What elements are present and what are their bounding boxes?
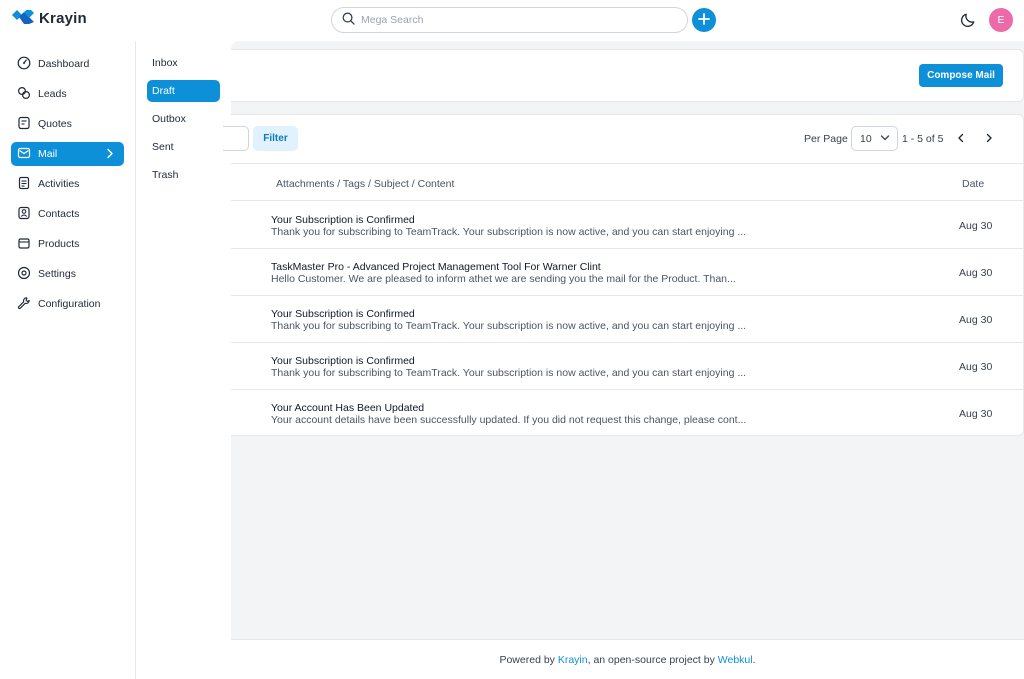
footer-prefix: Powered by (499, 653, 555, 666)
sidebar-item-label: Quotes (38, 118, 72, 130)
brand-name: Krayin (39, 10, 87, 27)
table-header: Attachments / Tags / Subject / Content D… (231, 163, 1024, 201)
search-input[interactable] (361, 14, 661, 26)
sidebar-item-label: Configuration (38, 298, 101, 310)
sidebar-item-label: Mail (38, 148, 58, 160)
sidebar-item-label: Leads (38, 88, 67, 100)
mail-preview: Thank you for subscribing to TeamTrack. … (271, 226, 747, 238)
dashboard-icon (17, 56, 31, 73)
mail-folder-outbox[interactable]: Outbox (147, 108, 220, 130)
sidebar-item-quotes[interactable]: Quotes (11, 112, 124, 136)
sidebar-item-contacts[interactable]: Contacts (11, 202, 124, 226)
footer-suffix: . (752, 653, 756, 666)
mail-date: Aug 30 (959, 220, 993, 232)
main-sidebar: Dashboard Leads Quotes Mail Activities C… (0, 41, 136, 679)
sidebar-item-dashboard[interactable]: Dashboard (11, 52, 124, 76)
mail-date: Aug 30 (959, 361, 993, 373)
table-row[interactable]: Your Account Has Been Updated Your accou… (231, 390, 1024, 437)
sidebar-item-leads[interactable]: Leads (11, 82, 124, 106)
table-row[interactable]: TaskMaster Pro - Advanced Project Manage… (231, 249, 1024, 296)
mail-date: Aug 30 (959, 267, 993, 279)
footer-link-krayin[interactable]: Krayin (558, 654, 588, 666)
mail-subject: TaskMaster Pro - Advanced Project Manage… (271, 261, 601, 273)
datagrid-search-input[interactable] (223, 126, 249, 151)
user-avatar[interactable]: E (989, 8, 1013, 32)
mail-subject: Your Account Has Been Updated (271, 402, 425, 414)
chevron-down-icon (880, 133, 890, 145)
contacts-icon (17, 206, 31, 223)
sidebar-item-label: Settings (38, 268, 76, 280)
mail-folder-inbox[interactable]: Inbox (147, 52, 220, 74)
mail-subject: Your Subscription is Confirmed (271, 355, 415, 367)
mega-search[interactable] (331, 7, 688, 33)
krayin-logo-icon (12, 8, 34, 27)
moon-icon[interactable] (960, 11, 977, 31)
table-row[interactable]: Your Subscription is Confirmed Thank you… (231, 343, 1024, 390)
top-header: Krayin E (0, 0, 1024, 41)
search-icon (342, 12, 355, 28)
filter-button[interactable]: Filter (253, 126, 298, 151)
products-icon (17, 236, 31, 253)
sidebar-item-label: Products (38, 238, 80, 250)
per-page-value: 10 (860, 132, 872, 145)
mail-preview: Thank you for subscribing to TeamTrack. … (271, 320, 747, 332)
mail-preview: Thank you for subscribing to TeamTrack. … (271, 367, 747, 379)
per-page-label: Per Page (804, 133, 848, 145)
table-row[interactable]: Your Subscription is Confirmed Thank you… (231, 202, 1024, 249)
quotes-icon (17, 116, 31, 133)
plus-icon (698, 12, 710, 28)
mail-date: Aug 30 (959, 408, 993, 420)
mail-date: Aug 30 (959, 314, 993, 326)
column-header-subject[interactable]: Attachments / Tags / Subject / Content (276, 178, 454, 190)
configuration-icon (17, 296, 31, 313)
sidebar-item-label: Activities (38, 178, 80, 190)
mail-subject: Your Subscription is Confirmed (271, 308, 415, 320)
sidebar-item-settings[interactable]: Settings (11, 262, 124, 286)
mail-datagrid: Filter Per Page 10 1 - 5 of 5 Attachment… (223, 114, 1024, 437)
sidebar-item-configuration[interactable]: Configuration (11, 292, 124, 316)
chevron-left-icon[interactable] (954, 131, 968, 148)
footer-middle: , an open-source project by (587, 653, 715, 666)
mail-preview: Your account details have been successfu… (271, 414, 747, 426)
column-header-date[interactable]: Date (962, 178, 984, 190)
footer-link-webkul[interactable]: Webkul (718, 654, 753, 666)
sidebar-item-products[interactable]: Products (11, 232, 124, 256)
mail-folder-trash[interactable]: Trash (147, 164, 220, 186)
sidebar-item-mail[interactable]: Mail (11, 142, 124, 166)
mail-preview: Hello Customer. We are pleased to inform… (271, 273, 736, 285)
quick-create-button[interactable] (692, 8, 716, 32)
mail-icon (17, 146, 31, 163)
page-footer: Powered by Krayin, an open-source projec… (231, 639, 1024, 679)
brand-logo[interactable]: Krayin (12, 8, 87, 27)
activities-icon (17, 176, 31, 193)
compose-mail-button[interactable]: Compose Mail (919, 64, 1003, 87)
mail-folder-nav: Inbox Draft Outbox Sent Trash (136, 41, 231, 679)
chevron-right-icon[interactable] (982, 131, 996, 148)
leads-icon (17, 86, 31, 103)
sidebar-item-activities[interactable]: Activities (11, 172, 124, 196)
mail-subject: Your Subscription is Confirmed (271, 214, 415, 226)
sidebar-item-label: Contacts (38, 208, 80, 220)
chevron-right-icon (105, 148, 115, 162)
mail-folder-sent[interactable]: Sent (147, 136, 220, 158)
table-row[interactable]: Your Subscription is Confirmed Thank you… (231, 296, 1024, 343)
settings-icon (17, 266, 31, 283)
sidebar-item-label: Dashboard (38, 58, 90, 70)
page-header-panel: Compose Mail (231, 49, 1024, 102)
per-page-select[interactable]: 10 (851, 126, 898, 151)
mail-folder-draft[interactable]: Draft (147, 80, 220, 102)
pagination-info: 1 - 5 of 5 (902, 133, 944, 145)
main-content: Compose Mail Filter Per Page 10 1 - 5 of… (223, 41, 1024, 679)
